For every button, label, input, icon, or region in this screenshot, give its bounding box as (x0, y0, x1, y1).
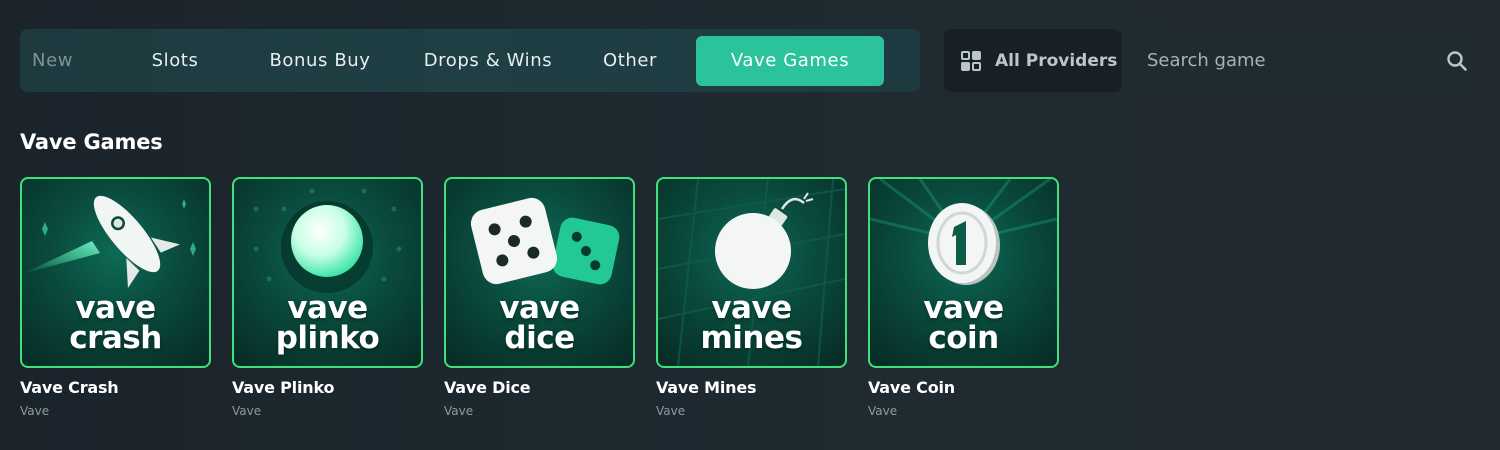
game-title[interactable]: Vave Dice (444, 378, 635, 397)
grid-icon (961, 50, 981, 71)
section-title: Vave Games (20, 130, 163, 154)
thumb-word-1: vave (75, 290, 156, 326)
game-card-vave-dice[interactable]: vave dice Vave Dice Vave (444, 177, 635, 418)
game-card-vave-mines[interactable]: vave mines Vave Mines Vave (656, 177, 847, 418)
tab-other[interactable]: Other (580, 36, 680, 86)
game-provider: Vave (868, 404, 898, 418)
thumb-word-2: plinko (275, 320, 380, 356)
game-card-vave-coin[interactable]: vave coin Vave Coin Vave (868, 177, 1059, 418)
game-provider: Vave (656, 404, 686, 418)
game-thumbnail[interactable]: vave dice (444, 177, 635, 368)
game-title[interactable]: Vave Mines (656, 378, 847, 397)
thumb-word-2: mines (700, 320, 803, 356)
game-title[interactable]: Vave Coin (868, 378, 1059, 397)
game-card-vave-crash[interactable]: vave crash Vave Crash Vave (20, 177, 211, 418)
tab-new[interactable]: New (32, 36, 76, 86)
search-input[interactable] (1147, 50, 1446, 71)
tab-bonus-buy[interactable]: Bonus Buy (250, 36, 390, 86)
game-provider: Vave (20, 404, 50, 418)
category-tab-bar: New Slots Bonus Buy Drops & Wins Other V… (20, 29, 920, 92)
game-thumbnail[interactable]: vave plinko (232, 177, 423, 368)
tab-slots[interactable]: Slots (116, 36, 234, 86)
tab-drops-and-wins[interactable]: Drops & Wins (408, 36, 568, 86)
game-provider: Vave (232, 404, 262, 418)
game-thumbnail[interactable]: vave mines (656, 177, 847, 368)
game-title[interactable]: Vave Crash (20, 378, 211, 397)
game-thumbnail[interactable]: vave crash (20, 177, 211, 368)
thumb-word-1: vave (923, 290, 1004, 326)
game-provider: Vave (444, 404, 474, 418)
search-bar (1130, 29, 1482, 92)
tab-vave-games[interactable]: Vave Games (696, 35, 884, 86)
thumb-word-1: vave (711, 290, 792, 326)
thumb-word-2: coin (928, 320, 999, 356)
thumb-word-2: dice (504, 320, 575, 356)
game-title[interactable]: Vave Plinko (232, 378, 423, 397)
thumb-word-1: vave (499, 290, 580, 326)
game-grid: vave crash Vave Crash Vave vave plinko V… (20, 177, 1059, 418)
game-card-vave-plinko[interactable]: vave plinko Vave Plinko Vave (232, 177, 423, 418)
providers-label: All Providers (995, 50, 1118, 71)
thumb-word-1: vave (287, 290, 368, 326)
game-thumbnail[interactable]: vave coin (868, 177, 1059, 368)
all-providers-button[interactable]: All Providers (944, 29, 1122, 92)
search-icon[interactable] (1446, 50, 1468, 72)
thumb-word-2: crash (69, 320, 162, 356)
